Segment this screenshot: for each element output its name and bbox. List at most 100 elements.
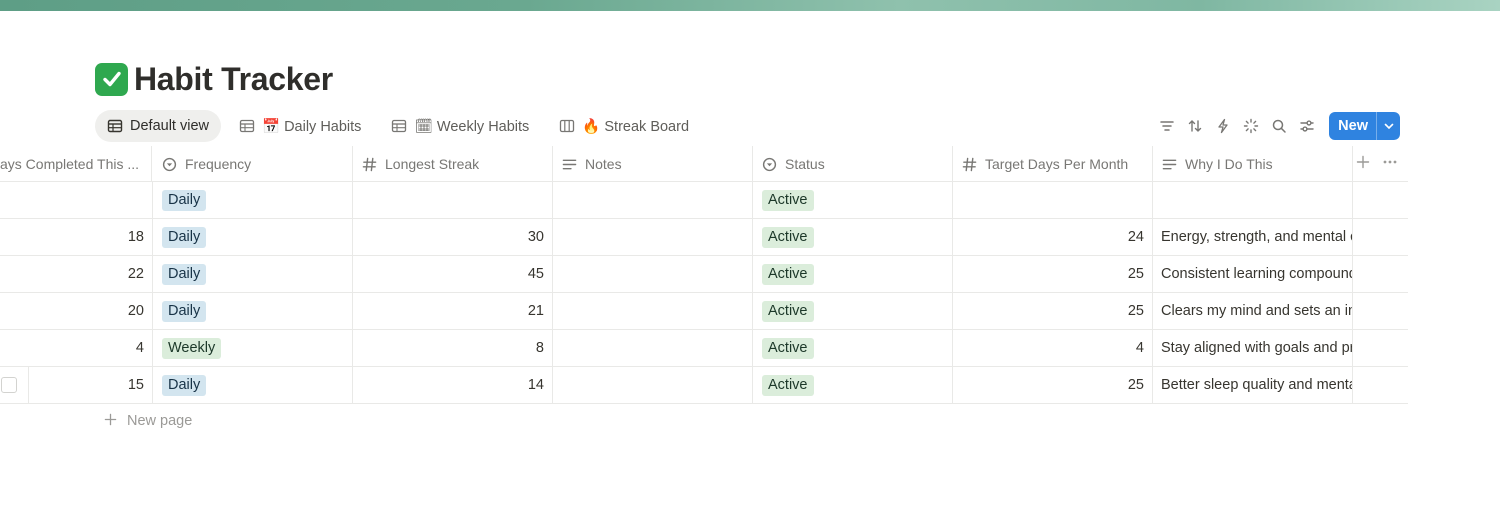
table-icon [239,118,255,134]
target-days-cell[interactable]: 25 [953,367,1153,403]
new-page-button[interactable]: New page [104,409,192,433]
column-label: ays Completed This ... [0,156,140,172]
status-icon [761,156,777,172]
column-header-why[interactable]: Why I Do This [1153,146,1353,182]
target-days-cell[interactable]: 4 [953,330,1153,366]
table-row[interactable]: 18 Daily 30 Active 24 Energy, strength, … [0,219,1408,256]
longest-streak-cell[interactable]: 45 [353,256,553,292]
status-cell[interactable]: Active [753,256,953,292]
target-days-cell[interactable] [953,182,1153,218]
status-tag: Active [762,226,814,248]
days-completed-cell[interactable]: 22 [0,256,153,292]
database-toolbar: New [1153,112,1400,140]
target-days-cell[interactable]: 25 [953,293,1153,329]
longest-streak-cell[interactable]: 21 [353,293,553,329]
column-header-frequency[interactable]: Frequency [153,146,353,182]
frequency-cell[interactable]: Daily [153,293,353,329]
column-label: Notes [585,156,622,172]
tab-weekly-habits[interactable]: 🗓 Weekly Habits [379,110,541,142]
search-icon[interactable] [1265,112,1293,140]
board-icon [559,118,575,134]
filter-icon[interactable] [1153,112,1181,140]
frequency-cell[interactable]: Weekly [153,330,353,366]
table-icon [107,118,123,134]
plus-icon [104,413,117,430]
frequency-cell[interactable]: Daily [153,256,353,292]
table-row[interactable]: 22 Daily 45 Active 25 Consistent learnin… [0,256,1408,293]
longest-streak-cell[interactable]: 14 [353,367,553,403]
fire-emoji-icon: 🔥 [582,118,601,135]
tab-label: Streak Board [604,118,690,135]
longest-streak-cell[interactable]: 30 [353,219,553,255]
column-header-target-days[interactable]: Target Days Per Month [953,146,1153,182]
check-mark-emoji-icon[interactable] [95,62,128,96]
new-button[interactable]: New [1329,112,1400,140]
days-completed-cell[interactable]: 4 [0,330,153,366]
column-label: Longest Streak [385,156,480,172]
add-column-icon[interactable] [1356,155,1370,174]
tab-daily-habits[interactable]: 📅 Daily Habits [227,110,373,142]
status-cell[interactable]: Active [753,330,953,366]
frequency-cell[interactable]: Daily [153,182,353,218]
status-cell[interactable]: Active [753,219,953,255]
text-icon [561,156,577,172]
frequency-cell[interactable]: Daily [153,367,353,403]
ai-sparkle-icon[interactable] [1237,112,1265,140]
why-cell[interactable]: Better sleep quality and menta [1153,367,1353,403]
days-completed-cell[interactable]: 20 [0,293,153,329]
column-header-days-completed[interactable]: ays Completed This ... [0,146,152,182]
why-cell[interactable]: Consistent learning compound [1153,256,1353,292]
tab-streak-board[interactable]: 🔥 Streak Board [547,110,701,142]
status-cell[interactable]: Active [753,367,953,403]
chevron-down-icon[interactable] [1376,112,1400,140]
table-row[interactable]: 4 Weekly 8 Active 4 Stay aligned with go… [0,330,1408,367]
table-row[interactable]: 15 Daily 14 Active 25 Better sleep quali… [0,367,1408,404]
why-cell[interactable] [1153,182,1353,218]
settings-icon[interactable] [1293,112,1321,140]
notes-cell[interactable] [553,330,753,366]
table-row[interactable]: Daily Active [0,182,1408,219]
frequency-tag: Daily [162,263,207,285]
notes-cell[interactable] [553,182,753,218]
why-cell[interactable]: Clears my mind and sets an in [1153,293,1353,329]
header-actions [1356,146,1398,182]
more-options-icon[interactable] [1382,155,1398,174]
number-icon [961,156,977,172]
notes-cell[interactable] [553,219,753,255]
frequency-tag: Daily [162,226,207,248]
frequency-tag: Daily [162,374,207,396]
days-completed-cell[interactable] [0,182,153,218]
column-header-status[interactable]: Status [753,146,953,182]
calendar-emoji-icon: 📅 [261,118,281,135]
new-button-label[interactable]: New [1329,112,1376,140]
notes-cell[interactable] [553,293,753,329]
column-header-notes[interactable]: Notes [553,146,753,182]
why-cell[interactable]: Energy, strength, and mental c [1153,219,1353,255]
page-cover[interactable] [0,0,1500,11]
status-cell[interactable]: Active [753,182,953,218]
tab-default-view[interactable]: Default view [95,110,221,142]
select-icon [161,156,177,172]
notes-cell[interactable] [553,256,753,292]
status-cell[interactable]: Active [753,293,953,329]
target-days-cell[interactable]: 24 [953,219,1153,255]
longest-streak-cell[interactable] [353,182,553,218]
longest-streak-cell[interactable]: 8 [353,330,553,366]
status-tag: Active [762,374,814,396]
page-title[interactable]: Habit Tracker [134,61,333,98]
why-cell[interactable]: Stay aligned with goals and pr [1153,330,1353,366]
row-select-checkbox[interactable] [1,377,17,393]
days-completed-cell[interactable]: 18 [0,219,153,255]
frequency-tag: Daily [162,300,207,322]
sort-icon[interactable] [1181,112,1209,140]
days-completed-cell[interactable]: 15 [28,367,153,403]
table-row[interactable]: 20 Daily 21 Active 25 Clears my mind and… [0,293,1408,330]
text-icon [1161,156,1177,172]
target-days-cell[interactable]: 25 [953,256,1153,292]
column-label: Why I Do This [1185,156,1273,172]
notes-cell[interactable] [553,367,753,403]
automation-icon[interactable] [1209,112,1237,140]
frequency-cell[interactable]: Daily [153,219,353,255]
column-header-longest-streak[interactable]: Longest Streak [353,146,553,182]
frequency-tag: Weekly [162,337,222,359]
